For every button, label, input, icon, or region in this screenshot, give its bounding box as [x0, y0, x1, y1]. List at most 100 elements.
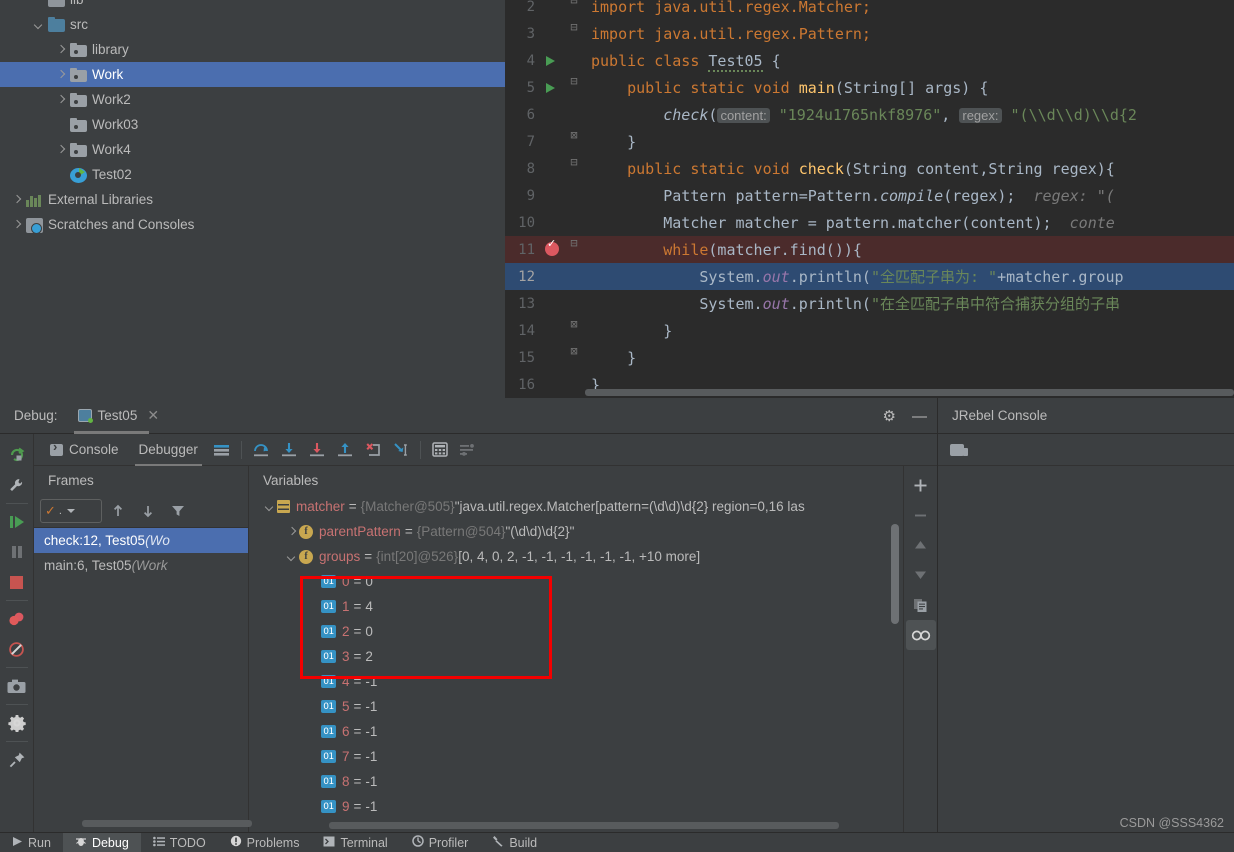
rerun-icon[interactable] [2, 440, 32, 470]
tree-item-lib[interactable]: lib [0, 0, 505, 12]
variable-row[interactable]: matcher = {Matcher@505} "java.util.regex.M… [249, 494, 903, 519]
code-line[interactable]: 2 ⊟ import java.util.regex.Matcher; [505, 0, 1234, 20]
status-button-build[interactable]: Build [480, 833, 549, 852]
step-into-icon[interactable] [275, 434, 303, 466]
gear-icon[interactable]: ⚙ [883, 407, 896, 425]
tree-item-scratches-and-consoles[interactable]: Scratches and Consoles [0, 212, 505, 237]
force-step-into-icon[interactable] [303, 434, 331, 466]
evaluate-expression-icon[interactable] [426, 434, 454, 466]
gutter-marker[interactable] [541, 317, 563, 344]
code-line[interactable]: 15 ⊠ } [505, 344, 1234, 371]
tree-item-work03[interactable]: Work03 [0, 112, 505, 137]
variables-vertical-scrollbar[interactable] [891, 524, 899, 624]
code-line[interactable]: 5 ⊟ public static void main(String[] arg… [505, 74, 1234, 101]
pause-program-icon[interactable] [2, 537, 32, 567]
variables-pane[interactable]: Variables matcher = {Matcher@505} "java.ut… [249, 466, 937, 832]
thread-selector[interactable]: ✓ . [40, 498, 102, 523]
arrow-up-icon[interactable] [104, 495, 132, 527]
arrow-down-icon[interactable] [134, 495, 162, 527]
minimize-icon[interactable]: — [912, 408, 927, 425]
chevron-right-icon[interactable] [54, 93, 67, 106]
tool-window-status-bar[interactable]: Run Debug TODO Problems Terminal Profiler Buil… [0, 832, 1234, 852]
chevron-down-icon[interactable] [285, 544, 299, 569]
chevron-down-icon[interactable] [66, 508, 75, 513]
run-to-cursor-icon[interactable] [387, 434, 415, 466]
up-icon[interactable] [906, 530, 936, 560]
code-line[interactable]: 7 ⊠ } [505, 128, 1234, 155]
resume-program-icon[interactable] [2, 507, 32, 537]
tree-item-work[interactable]: Work [0, 62, 505, 87]
variable-row[interactable]: 01 2 = 0 [249, 619, 903, 644]
gutter-marker[interactable] [541, 20, 563, 47]
mute-breakpoints-icon[interactable] [2, 634, 32, 664]
code-line-breakpoint[interactable]: 11 ⊟ while(matcher.find()){ [505, 236, 1234, 263]
status-button-profiler[interactable]: Profiler [400, 833, 481, 852]
fold-marker[interactable] [563, 182, 585, 209]
jrebel-header[interactable]: JRebel Console [938, 398, 1234, 434]
watches-icon[interactable] [905, 620, 936, 650]
tree-item-test02[interactable]: Test02 [0, 162, 505, 187]
variable-row[interactable]: 01 9 = -1 [249, 794, 903, 819]
gutter-marker[interactable] [541, 155, 563, 182]
frames-toolbar[interactable]: ✓ . [34, 494, 248, 528]
fold-marker[interactable]: ⊟ [563, 155, 585, 182]
variables-side-toolbar[interactable] [903, 466, 937, 832]
breakpoint-icon[interactable] [541, 236, 563, 263]
code-editor[interactable]: 2 ⊟ import java.util.regex.Matcher; 3 ⊟ … [505, 0, 1234, 398]
chevron-right-icon[interactable] [54, 143, 67, 156]
code-line[interactable]: 3 ⊟ import java.util.regex.Pattern; [505, 20, 1234, 47]
frame-row[interactable]: check:12, Test05 (Wo [34, 528, 248, 553]
gutter-marker[interactable] [541, 182, 563, 209]
tab-debugger[interactable]: Debugger [129, 434, 208, 466]
code-line[interactable]: 14 ⊠ } [505, 317, 1234, 344]
chevron-right-icon[interactable] [54, 43, 67, 56]
variable-row[interactable]: f parentPattern = {Pattern@504} "(\d\d)\d{2… [249, 519, 903, 544]
chevron-down-icon[interactable] [32, 18, 45, 31]
gear-icon[interactable] [2, 708, 32, 738]
gutter-marker[interactable] [541, 209, 563, 236]
fold-marker[interactable]: ⊠ [563, 128, 585, 155]
tree-item-src[interactable]: src [0, 12, 505, 37]
step-out-icon[interactable] [331, 434, 359, 466]
fold-marker[interactable]: ⊟ [563, 20, 585, 47]
jrebel-subtoolbar[interactable] [938, 434, 1234, 466]
run-gutter-icon[interactable] [541, 74, 563, 101]
frame-row[interactable]: main:6, Test05 (Work [34, 553, 248, 578]
editor-horizontal-scrollbar[interactable] [585, 389, 1234, 396]
fold-marker[interactable] [563, 101, 585, 128]
code-line[interactable]: 9 Pattern pattern=Pattern.compile(regex)… [505, 182, 1234, 209]
chevron-right-icon[interactable] [10, 193, 23, 206]
tab-console[interactable]: Console [40, 434, 129, 466]
fold-marker[interactable] [563, 290, 585, 317]
debug-session-tab[interactable]: Test05 ✕ [73, 398, 164, 434]
status-button-problems[interactable]: Problems [218, 833, 312, 852]
variable-row[interactable]: f groups = {int[20]@526} [0, 4, 0, 2, -1, -… [249, 544, 903, 569]
code-line[interactable]: 6 check(content: "1924u1765nkf8976", reg… [505, 101, 1234, 128]
filter-icon[interactable] [164, 495, 192, 527]
debugger-toolbar[interactable]: Console Debugger [34, 434, 937, 466]
gutter-marker[interactable] [541, 101, 563, 128]
variable-row[interactable]: 01 6 = -1 [249, 719, 903, 744]
variables-horizontal-scrollbar[interactable] [329, 822, 839, 829]
drop-frame-icon[interactable] [359, 434, 387, 466]
variable-row[interactable]: 01 0 = 0 [249, 569, 903, 594]
fold-marker[interactable]: ⊟ [563, 74, 585, 101]
variable-row[interactable]: 01 8 = -1 [249, 769, 903, 794]
code-line[interactable]: 4 public class Test05 { [505, 47, 1234, 74]
project-tool-window[interactable]: lib src library Work Work2 Work03 Work4 Test02 E… [0, 0, 505, 398]
add-icon[interactable] [906, 470, 936, 500]
pin-tab-icon[interactable] [2, 745, 32, 775]
copy-icon[interactable] [906, 590, 936, 620]
gutter-marker[interactable] [541, 0, 563, 20]
tree-item-library[interactable]: library [0, 37, 505, 62]
stop-program-icon[interactable] [2, 567, 32, 597]
fold-marker[interactable] [563, 263, 585, 290]
frames-pane[interactable]: Frames ✓ . check:12, Test05 (Wo main:6, … [34, 466, 252, 832]
down-icon[interactable] [906, 560, 936, 590]
fold-marker[interactable] [563, 371, 585, 398]
fold-marker[interactable]: ⊠ [563, 317, 585, 344]
chevron-right-icon[interactable] [285, 519, 299, 544]
view-breakpoints-icon[interactable] [2, 604, 32, 634]
tree-item-work2[interactable]: Work2 [0, 87, 505, 112]
remove-icon[interactable] [906, 500, 936, 530]
